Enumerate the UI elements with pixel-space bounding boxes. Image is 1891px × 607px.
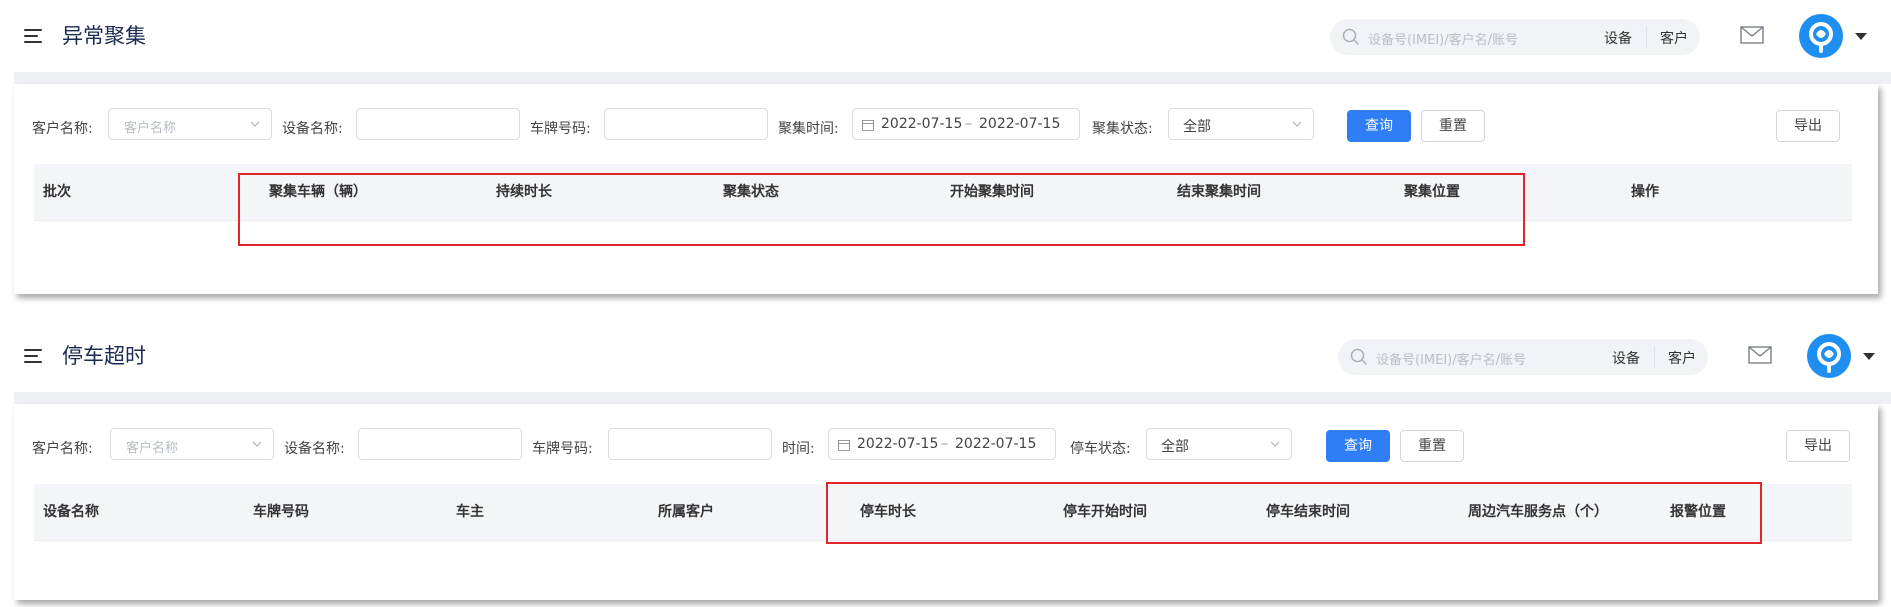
avatar-logo-icon — [1817, 342, 1841, 373]
time-label: 聚集时间: — [778, 121, 839, 137]
date-start[interactable]: 2022-07-15 — [881, 116, 962, 132]
search-input[interactable]: 设备号(IMEI)/客户名/账号 — [1376, 349, 1526, 368]
plate-label: 车牌号码: — [530, 121, 591, 137]
search-tab-device[interactable]: 设备 — [1604, 28, 1632, 48]
device-label: 设备名称: — [284, 441, 345, 457]
menu-icon[interactable] — [24, 349, 42, 363]
screen-abnormal-gathering: 异常聚集 设备号(IMEI)/客户名/账号 设备 客户 客户名称: 客户名称 设… — [0, 0, 1891, 300]
date-start[interactable]: 2022-07-15 — [857, 436, 938, 452]
divider — [1654, 346, 1655, 368]
chevron-down-icon — [1292, 121, 1302, 127]
export-button[interactable]: 导出 — [1776, 110, 1840, 142]
chevron-down-icon — [250, 121, 260, 127]
customer-select[interactable]: 客户名称 — [108, 108, 272, 140]
top-bar: 停车超时 设备号(IMEI)/客户名/账号 设备 客户 — [0, 320, 1891, 392]
date-range-picker[interactable]: 2022-07-15 – 2022-07-15 — [852, 108, 1080, 140]
top-bar: 异常聚集 设备号(IMEI)/客户名/账号 设备 客户 — [0, 0, 1891, 72]
query-button[interactable]: 查询 — [1347, 110, 1411, 142]
calendar-icon — [862, 120, 874, 131]
query-button[interactable]: 查询 — [1326, 430, 1390, 462]
avatar[interactable] — [1799, 14, 1843, 58]
status-label: 停车状态: — [1070, 441, 1131, 457]
mail-icon[interactable] — [1740, 26, 1764, 44]
column-header[interactable]: 车牌号码 — [253, 501, 309, 521]
page-title: 异常聚集 — [62, 24, 146, 48]
column-header[interactable]: 操作 — [1631, 181, 1659, 201]
highlight-box — [826, 482, 1762, 544]
plate-label: 车牌号码: — [532, 441, 593, 457]
search-icon — [1350, 348, 1368, 366]
status-value: 全部 — [1161, 439, 1189, 455]
search-tab-device[interactable]: 设备 — [1612, 348, 1640, 368]
search-tab-customer[interactable]: 客户 — [1660, 28, 1688, 48]
calendar-icon — [838, 440, 850, 451]
reset-button[interactable]: 重置 — [1400, 430, 1464, 462]
global-search[interactable]: 设备号(IMEI)/客户名/账号 设备 客户 — [1330, 19, 1700, 55]
date-separator: – — [941, 436, 948, 452]
date-range-picker[interactable]: 2022-07-15 – 2022-07-15 — [828, 428, 1056, 460]
status-label: 聚集状态: — [1092, 121, 1153, 137]
customer-placeholder: 客户名称 — [124, 121, 177, 136]
avatar-logo-icon — [1809, 22, 1833, 53]
screen-parking-timeout: 停车超时 设备号(IMEI)/客户名/账号 设备 客户 客户名称: 客户名称 设… — [0, 320, 1891, 607]
device-input[interactable] — [356, 108, 520, 140]
reset-button[interactable]: 重置 — [1421, 110, 1485, 142]
column-header[interactable]: 车主 — [456, 501, 484, 521]
date-separator: – — [965, 116, 972, 132]
highlight-box — [238, 173, 1525, 246]
chevron-down-icon — [1270, 441, 1280, 447]
global-search[interactable]: 设备号(IMEI)/客户名/账号 设备 客户 — [1338, 339, 1708, 375]
search-input[interactable]: 设备号(IMEI)/客户名/账号 — [1368, 29, 1518, 48]
caret-down-icon[interactable] — [1863, 353, 1875, 360]
column-header[interactable]: 批次 — [43, 181, 71, 201]
header-divider — [14, 72, 1891, 84]
device-label: 设备名称: — [282, 121, 343, 137]
date-end[interactable]: 2022-07-15 — [955, 436, 1036, 452]
customer-label: 客户名称: — [32, 121, 93, 137]
customer-label: 客户名称: — [32, 441, 93, 457]
chevron-down-icon — [252, 441, 262, 447]
divider — [1646, 26, 1647, 48]
menu-icon[interactable] — [24, 29, 42, 43]
search-tab-customer[interactable]: 客户 — [1668, 348, 1696, 368]
column-header[interactable]: 设备名称 — [43, 501, 99, 521]
search-icon — [1342, 28, 1360, 46]
mail-icon[interactable] — [1748, 346, 1772, 364]
caret-down-icon[interactable] — [1855, 33, 1867, 40]
export-button[interactable]: 导出 — [1786, 430, 1850, 462]
device-input[interactable] — [358, 428, 522, 460]
header-divider — [14, 392, 1891, 404]
customer-placeholder: 客户名称 — [126, 441, 179, 456]
plate-input[interactable] — [604, 108, 768, 140]
avatar[interactable] — [1807, 334, 1851, 378]
plate-input[interactable] — [608, 428, 772, 460]
status-select[interactable]: 全部 — [1146, 428, 1292, 460]
column-header[interactable]: 所属客户 — [658, 501, 714, 521]
page-title: 停车超时 — [62, 344, 146, 368]
date-end[interactable]: 2022-07-15 — [979, 116, 1060, 132]
status-value: 全部 — [1183, 119, 1211, 135]
customer-select[interactable]: 客户名称 — [110, 428, 274, 460]
time-label: 时间: — [782, 441, 815, 457]
status-select[interactable]: 全部 — [1168, 108, 1314, 140]
